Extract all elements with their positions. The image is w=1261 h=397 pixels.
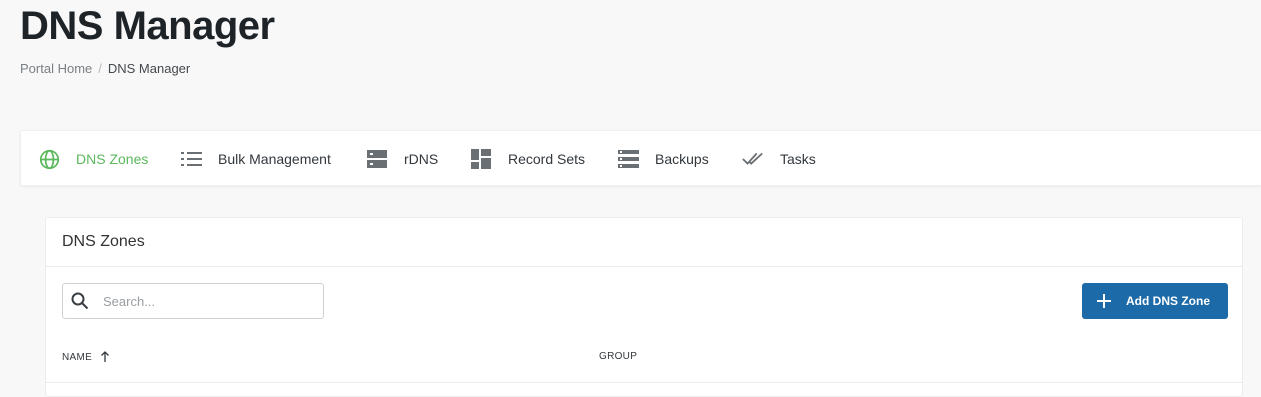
table-divider xyxy=(46,382,1242,383)
card-header: DNS Zones xyxy=(46,218,1242,267)
tab-label: DNS Zones xyxy=(76,151,149,167)
tab-tasks[interactable]: Tasks xyxy=(742,131,816,187)
tab-dns-zones[interactable]: DNS Zones xyxy=(38,131,148,187)
column-header-label: GROUP xyxy=(599,351,638,362)
storage-icon xyxy=(617,148,639,170)
tab-label: Record Sets xyxy=(508,151,586,167)
tab-label: rDNS xyxy=(404,151,439,167)
add-dns-zone-label: Add DNS Zone xyxy=(1126,294,1210,308)
tab-bulk-management[interactable]: Bulk Management xyxy=(180,131,331,187)
page-title: DNS Manager xyxy=(20,4,275,48)
column-header-group[interactable]: GROUP xyxy=(599,351,637,362)
globe-icon xyxy=(38,148,60,170)
breadcrumb-item-dns-manager: DNS Manager xyxy=(107,61,191,76)
tab-label: Bulk Management xyxy=(218,151,331,167)
search-icon xyxy=(71,292,89,310)
column-header-label: NAME xyxy=(62,351,93,363)
tab-label: Backups xyxy=(655,151,709,167)
list-icon xyxy=(180,148,202,170)
dashboard-grid-icon xyxy=(470,148,492,170)
tab-label: Tasks xyxy=(780,151,816,167)
breadcrumb-item-portal-home[interactable]: Portal Home xyxy=(20,61,92,76)
column-header-name[interactable]: NAME xyxy=(62,351,110,363)
card-title: DNS Zones xyxy=(62,233,145,250)
dns-zones-card: DNS Zones Add DNS Zone NAME G xyxy=(45,217,1243,397)
tab-rdns[interactable]: rDNS xyxy=(366,131,438,187)
sort-ascending-icon xyxy=(100,351,110,363)
tab-backups[interactable]: Backups xyxy=(617,131,709,187)
breadcrumb-separator: / xyxy=(98,61,102,76)
double-check-icon xyxy=(742,148,764,170)
breadcrumb: Portal Home / DNS Manager xyxy=(20,61,190,76)
search-input[interactable] xyxy=(101,292,305,310)
add-dns-zone-button[interactable]: Add DNS Zone xyxy=(1082,283,1228,319)
server-icon xyxy=(366,148,388,170)
search-box[interactable] xyxy=(62,283,324,319)
plus-icon xyxy=(1096,293,1112,309)
tabs-bar: DNS Zones Bulk Management rDNS Record Se… xyxy=(20,130,1261,186)
tab-record-sets[interactable]: Record Sets xyxy=(470,131,585,187)
